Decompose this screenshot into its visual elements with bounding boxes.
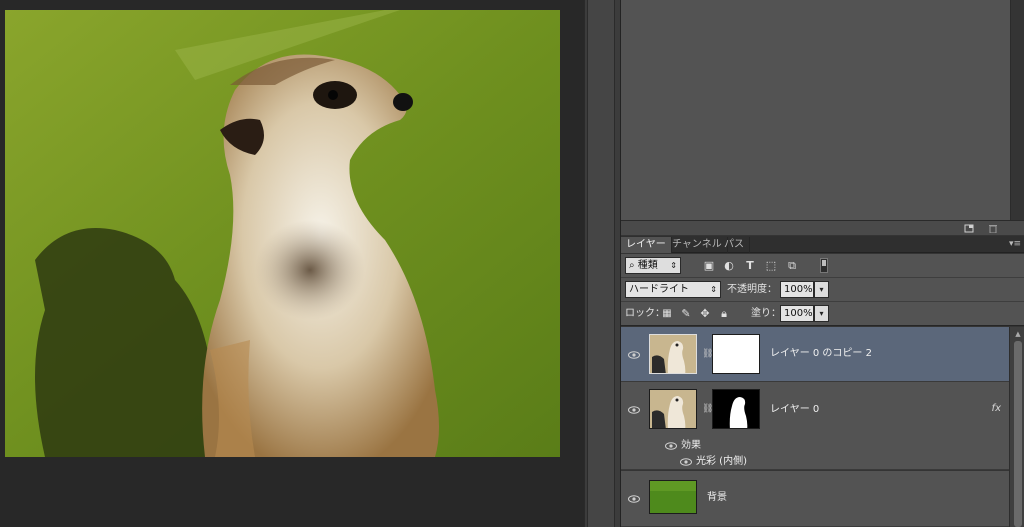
fill-label: 塗り： — [751, 308, 781, 319]
opacity-dropdown-button[interactable]: ▾ — [814, 281, 829, 298]
filter-toggle-switch[interactable] — [820, 258, 828, 273]
opacity-label: 不透明度： — [727, 284, 777, 295]
image-filter-icon[interactable]: ▣ — [703, 260, 715, 272]
effect-inner-glow[interactable]: 光彩 (内側) — [696, 455, 747, 469]
new-layer-icon[interactable] — [964, 224, 974, 233]
eye-icon[interactable] — [628, 351, 640, 359]
fx-icon[interactable]: fx — [992, 403, 1001, 414]
filter-toggle-knob — [822, 260, 826, 266]
layers-scrollbar[interactable]: ▲ — [1009, 327, 1024, 527]
panel-menu-icon[interactable]: ▾≡ — [1009, 238, 1021, 250]
layer-name[interactable]: 背景 — [707, 491, 727, 505]
document-canvas-area[interactable] — [0, 0, 584, 527]
lock-pixels-icon[interactable]: ▦ — [661, 308, 673, 320]
fill-dropdown-button[interactable]: ▾ — [814, 305, 829, 322]
grass-thumbnail — [650, 481, 696, 513]
chain-icon[interactable]: ⛓ — [702, 403, 713, 415]
opacity-input[interactable]: 100% — [780, 281, 814, 298]
upper-panel-footer — [621, 220, 1024, 235]
chevron-updown-icon: ⇕ — [670, 261, 677, 270]
shape-filter-icon[interactable]: ⬚ — [765, 260, 777, 272]
eye-icon[interactable] — [628, 406, 640, 414]
blend-mode-select[interactable]: ハードライト ⇕ — [625, 281, 721, 298]
type-filter-icon[interactable]: T — [744, 260, 756, 272]
meerkat-mask-shape — [729, 397, 748, 428]
adjustment-filter-icon[interactable]: ◐ — [723, 260, 735, 272]
blend-mode-value: ハードライト — [629, 284, 689, 295]
layer-thumbnail[interactable] — [649, 389, 697, 429]
panel-dock-strip — [584, 0, 620, 527]
lock-move-icon[interactable]: ✥ — [699, 308, 711, 320]
blend-mode-bar: ハードライト ⇕ 不透明度： 100% ▾ — [621, 278, 1024, 302]
tab-paths[interactable]: パス — [719, 237, 750, 253]
eye-icon[interactable] — [628, 495, 640, 503]
panel-tab-bar: レイヤー チャンネル パス ▾≡ — [621, 236, 1024, 253]
upper-panel-area — [621, 0, 1011, 220]
meerkat-photo — [5, 10, 560, 457]
layer-filter-bar: ⌕ 種類 ⇕ ▣ ◐ T ⬚ ⧉ — [621, 254, 1024, 278]
layer-name[interactable]: レイヤー 0 のコピー 2 — [770, 347, 872, 361]
lock-all-icon[interactable]: 🔒︎ — [718, 308, 730, 320]
tab-layers[interactable]: レイヤー — [621, 237, 672, 253]
layer-mask-thumbnail[interactable] — [712, 389, 760, 429]
layer-thumbnail[interactable] — [649, 480, 697, 514]
eye-icon[interactable] — [680, 458, 692, 466]
document-image[interactable] — [5, 10, 560, 457]
layer-thumbnail[interactable] — [649, 334, 697, 374]
lock-paint-icon[interactable]: ✎ — [680, 308, 692, 320]
smartobject-filter-icon[interactable]: ⧉ — [786, 260, 798, 272]
lock-fill-bar: ロック： ▦ ✎ ✥ 🔒︎ 塗り： 100% ▾ — [621, 302, 1024, 326]
eye-icon[interactable] — [665, 442, 677, 450]
chevron-updown-icon: ⇕ — [710, 285, 717, 294]
fill-input[interactable]: 100% — [780, 305, 814, 322]
chain-icon[interactable]: ⛓ — [702, 348, 713, 360]
search-icon: ⌕ — [629, 260, 635, 271]
meerkat-thumbnail — [650, 390, 696, 428]
layer-mask-thumbnail[interactable] — [712, 334, 760, 374]
effects-label[interactable]: 効果 — [681, 439, 701, 453]
layer-row-background[interactable]: 背景 — [621, 471, 1009, 527]
scroll-up-icon[interactable]: ▲ — [1014, 330, 1022, 338]
collapsed-panel-column[interactable] — [587, 0, 615, 527]
trash-icon[interactable] — [988, 224, 998, 233]
layer-row-copy2[interactable]: ⛓ レイヤー 0 のコピー 2 — [621, 327, 1009, 382]
scroll-thumb[interactable] — [1014, 341, 1022, 527]
layer-kind-filter[interactable]: ⌕ 種類 ⇕ — [625, 257, 681, 274]
layer-row-layer0[interactable]: ⛓ レイヤー 0 fx 効果 光彩 (内側) — [621, 382, 1009, 470]
layer-name[interactable]: レイヤー 0 — [770, 403, 819, 417]
right-panel-column: レイヤー チャンネル パス ▾≡ ⌕ 種類 ⇕ ▣ ◐ T ⬚ ⧉ ハードライト… — [620, 0, 1024, 527]
meerkat-thumbnail — [650, 335, 696, 373]
layer-kind-label: 種類 — [637, 260, 658, 271]
lock-label: ロック： — [625, 308, 665, 319]
